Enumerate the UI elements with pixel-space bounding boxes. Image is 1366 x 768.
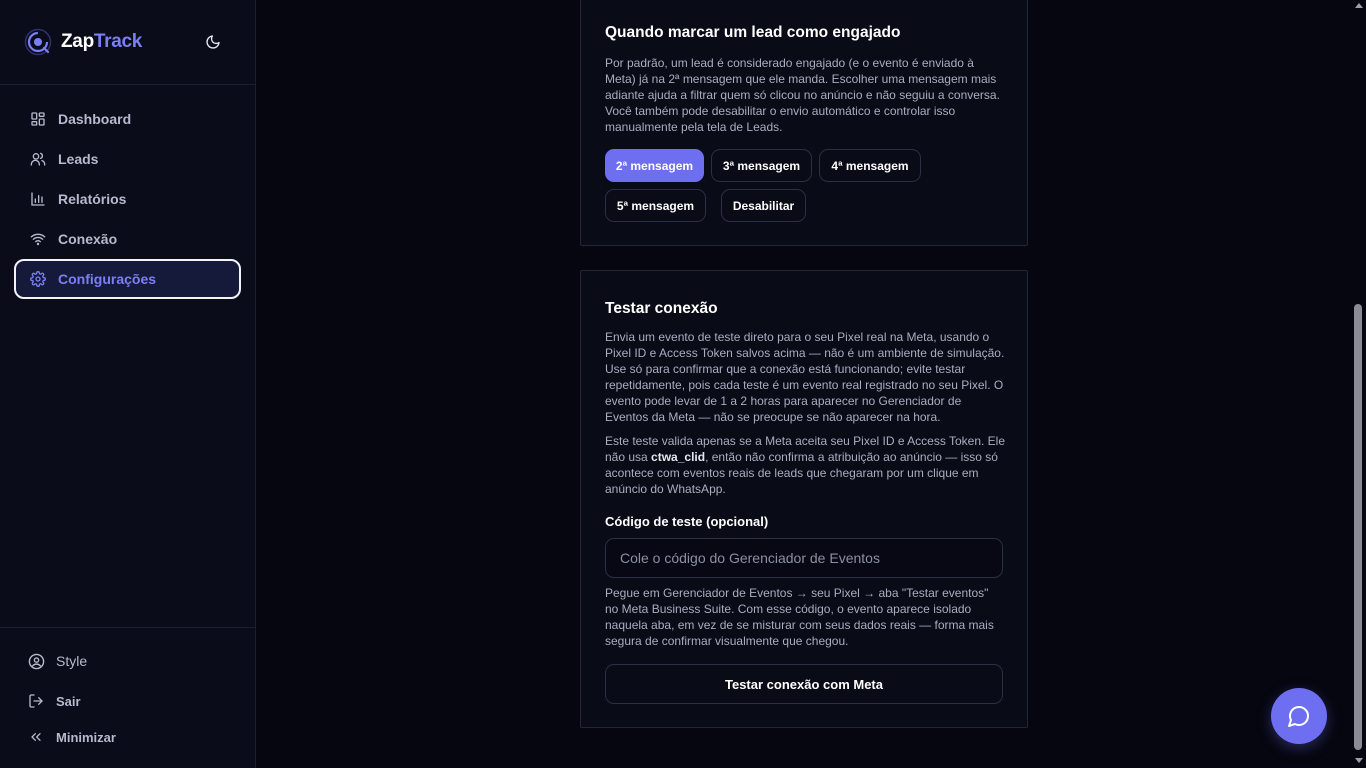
sidebar-item-configuracoes[interactable]: Configurações — [14, 259, 241, 299]
minimize-sidebar-button[interactable]: Minimizar — [27, 728, 116, 746]
test-code-label: Código de teste (opcional) — [605, 514, 769, 529]
test-connection-card: Testar conexão Envia um evento de teste … — [580, 270, 1028, 728]
scroll-up-arrow[interactable] — [1355, 3, 1363, 8]
sidebar-item-label: Conexão — [58, 231, 118, 247]
logout-button[interactable]: Sair — [27, 692, 81, 710]
test-code-help: Pegue em Gerenciador de Eventos → seu Pi… — [605, 586, 994, 648]
sidebar-nav: Dashboard Leads Relatórios Conexão Confi… — [14, 99, 241, 299]
sidebar-item-leads[interactable]: Leads — [14, 139, 241, 179]
chevrons-left-icon — [27, 728, 45, 746]
option-disable-button[interactable]: Desabilitar — [721, 189, 806, 222]
theme-toggle-button[interactable] — [203, 32, 223, 52]
logout-icon — [27, 692, 45, 710]
test-card-paragraph-attribution: Este teste valida apenas se a Meta aceit… — [605, 434, 1006, 496]
bar-chart-icon — [29, 190, 47, 208]
scrollbar-thumb[interactable] — [1354, 304, 1362, 750]
ctwa-clid-term: ctwa_clid — [651, 450, 706, 464]
test-meta-connection-button[interactable]: Testar conexão com Meta — [605, 664, 1003, 704]
moon-icon — [206, 35, 220, 49]
chat-support-button[interactable] — [1271, 688, 1327, 744]
sidebar-footer: Style Sair Minimizar — [0, 627, 255, 768]
option-2nd-message-button[interactable]: 2ª mensagem — [605, 149, 704, 182]
wifi-icon — [29, 230, 47, 248]
sidebar-item-label: Style — [56, 653, 88, 669]
chat-bubble-icon — [1288, 706, 1309, 727]
sidebar-item-label: Minimizar — [56, 729, 116, 745]
sidebar-item-label: Configurações — [58, 271, 157, 287]
sidebar-item-label: Leads — [58, 151, 99, 167]
test-card-paragraph: Envia um evento de teste direto para o s… — [605, 330, 1005, 424]
engaged-card-description: Por padrão, um lead é considerado engaja… — [605, 56, 1000, 134]
test-code-input[interactable] — [605, 538, 1003, 578]
sidebar-item-relatorios[interactable]: Relatórios — [14, 179, 241, 219]
engaged-card-title: Quando marcar um lead como engajado — [605, 24, 901, 41]
sidebar-item-style[interactable]: Style — [27, 652, 87, 670]
option-4th-message-button[interactable]: 4ª mensagem — [819, 149, 921, 182]
users-icon — [29, 150, 47, 168]
brand-name: ZapTrack — [61, 31, 143, 52]
sidebar-item-label: Dashboard — [58, 111, 132, 127]
sidebar-item-dashboard[interactable]: Dashboard — [14, 99, 241, 139]
sidebar-item-label: Sair — [56, 693, 81, 709]
option-3rd-message-button[interactable]: 3ª mensagem — [711, 149, 812, 182]
option-5th-message-button[interactable]: 5ª mensagem — [605, 189, 706, 222]
engaged-settings-card: Quando marcar um lead como engajado Por … — [580, 0, 1028, 246]
test-card-title: Testar conexão — [605, 300, 718, 317]
sidebar-item-conexao[interactable]: Conexão — [14, 219, 241, 259]
sidebar: ZapTrack Dashboard Leads Relatórios Cone… — [0, 0, 256, 768]
gear-icon — [29, 270, 47, 288]
brand: ZapTrack — [0, 0, 255, 85]
scroll-down-arrow[interactable] — [1355, 758, 1363, 763]
user-circle-icon — [27, 652, 45, 670]
zaptrack-logo-icon — [24, 28, 52, 56]
sidebar-item-label: Relatórios — [58, 191, 127, 207]
grid-icon — [29, 110, 47, 128]
